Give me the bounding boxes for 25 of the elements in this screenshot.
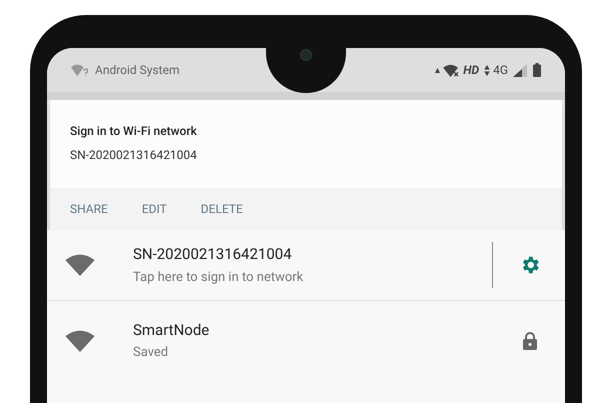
notification-card[interactable]: Sign in to Wi-Fi network SN-2020021316421004 SHARE EDIT DELETE [50, 100, 562, 230]
network-type: 4G [493, 62, 508, 79]
notification-action[interactable]: EDIT [142, 200, 167, 218]
lock-icon [523, 332, 537, 350]
notification-action[interactable]: SHARE [70, 200, 108, 218]
hd-label: HD [463, 62, 480, 79]
battery-icon [533, 63, 541, 77]
network-row[interactable]: SN-2020021316421004 Tap here to sign in to network [47, 230, 565, 300]
notification-text: SN-2020021316421004 [70, 147, 198, 164]
wifi-icon [65, 254, 95, 276]
wifi-icon [65, 330, 95, 352]
notification-action[interactable]: DELETE [200, 200, 243, 218]
wifi-off-icon [443, 64, 460, 76]
network-name: SmartNode [133, 320, 210, 340]
network-row[interactable]: SmartNode Saved [47, 300, 565, 380]
triangle-icon [435, 68, 440, 72]
network-status: Tap here to sign in to network [133, 268, 304, 286]
notification-title: Sign in to Wi-Fi network [70, 123, 198, 140]
camera-lens [300, 49, 312, 61]
data-arrows-icon [484, 64, 490, 76]
wifi-question-icon [71, 63, 89, 77]
notification-app-name: Android System [95, 62, 180, 79]
network-status: Saved [133, 344, 170, 362]
network-name: SN-2020021316421004 [133, 244, 293, 265]
signal-icon [513, 64, 527, 76]
